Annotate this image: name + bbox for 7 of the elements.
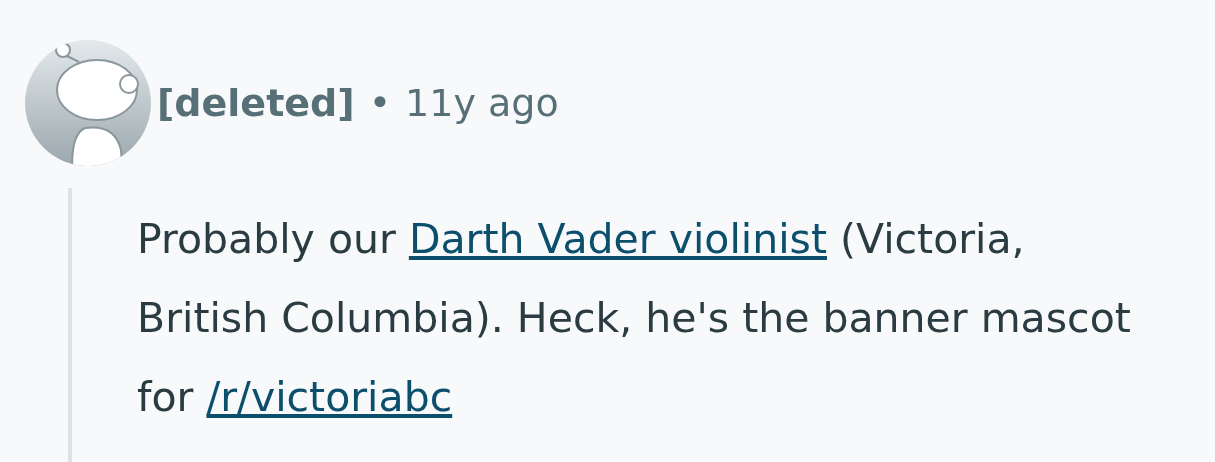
avatar-icon — [25, 40, 151, 166]
link[interactable]: /r/victoriabc — [206, 373, 453, 421]
timestamp[interactable]: 11y ago — [405, 81, 559, 125]
separator-dot: • — [368, 81, 392, 125]
link[interactable]: Darth Vader violinist — [408, 215, 827, 263]
comment-text: Probably our Darth Vader violinist (Victoria, British Columbia). Heck, he's the banner mascot for /r/victoriabc — [137, 214, 1132, 423]
username[interactable]: [deleted] — [157, 81, 355, 125]
